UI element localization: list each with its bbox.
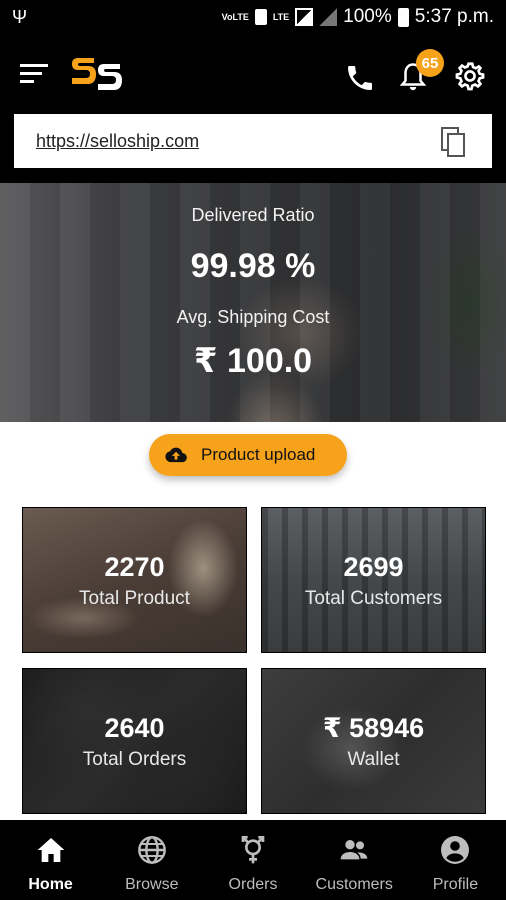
phone-icon[interactable]	[344, 62, 376, 94]
app-bar: 65	[0, 34, 506, 110]
clock: 5:37 p.m.	[414, 6, 494, 27]
total-product-caption: Total Product	[79, 588, 190, 609]
dashboard-content: Product upload 2270 Total Product 2699 T…	[0, 422, 506, 820]
nav-item-orders[interactable]: Orders	[202, 820, 303, 900]
delivered-ratio-label: Delivered Ratio	[191, 205, 315, 225]
total-product-tile[interactable]: 2270 Total Product	[22, 507, 247, 653]
gear-icon[interactable]	[454, 60, 486, 92]
total-customers-value: 2699	[343, 552, 404, 582]
total-orders-value: 2640	[104, 713, 165, 743]
signal-weak-icon	[319, 8, 338, 26]
product-upload-button[interactable]: Product upload	[149, 434, 347, 476]
sim-icon	[254, 9, 267, 25]
total-customers-caption: Total Customers	[304, 588, 443, 609]
wallet-caption: Wallet	[347, 749, 400, 770]
notification-badge: 65	[416, 49, 444, 77]
total-product-value: 2270	[104, 552, 165, 582]
battery-percent: 100%	[343, 6, 392, 27]
stats-hero-banner: Delivered Ratio 99.98 % Avg. Shipping Co…	[0, 183, 506, 422]
status-bar: Ψ VoLTE LTE 100% 5:37 p.m.	[0, 0, 506, 34]
total-orders-tile[interactable]: 2640 Total Orders	[22, 668, 247, 814]
nav-label-browse: Browse	[125, 876, 179, 893]
bottom-navigation: Home Browse Orders Customers Profile	[0, 820, 506, 900]
nav-item-profile[interactable]: Profile	[405, 820, 506, 900]
volte-indicator: VoLTE	[221, 11, 249, 22]
copy-icon[interactable]	[440, 126, 466, 158]
avg-shipping-value: ₹ 100.0	[193, 342, 313, 380]
gender-icon	[241, 836, 265, 864]
cloud-upload-icon	[165, 447, 187, 463]
signal-icon	[295, 8, 314, 26]
nav-label-customers: Customers	[315, 876, 393, 893]
delivered-ratio-value: 99.98 %	[190, 247, 316, 285]
account-circle-icon	[441, 836, 470, 864]
total-orders-caption: Total Orders	[82, 749, 187, 770]
globe-icon	[137, 836, 166, 864]
nav-label-orders: Orders	[228, 876, 278, 893]
wallet-value: ₹ 58946	[322, 713, 425, 743]
lte-indicator: LTE	[272, 11, 290, 22]
menu-icon[interactable]	[20, 64, 50, 84]
product-upload-label: Product upload	[201, 445, 316, 464]
people-icon	[340, 840, 368, 860]
store-url-link[interactable]: https://selloship.com	[36, 131, 199, 152]
nav-item-home[interactable]: Home	[0, 820, 101, 900]
usb-icon: Ψ	[12, 6, 28, 27]
wallet-tile[interactable]: ₹ 58946 Wallet	[261, 668, 486, 814]
selloship-logo	[72, 58, 122, 90]
nav-item-customers[interactable]: Customers	[304, 820, 405, 900]
total-customers-tile[interactable]: 2699 Total Customers	[261, 507, 486, 653]
nav-label-profile: Profile	[432, 876, 479, 893]
battery-icon	[397, 7, 409, 27]
nav-label-home: Home	[28, 876, 73, 893]
home-icon	[37, 838, 64, 862]
nav-item-browse[interactable]: Browse	[101, 820, 202, 900]
avg-shipping-label: Avg. Shipping Cost	[176, 307, 330, 327]
store-url-box[interactable]: https://selloship.com	[14, 114, 492, 168]
